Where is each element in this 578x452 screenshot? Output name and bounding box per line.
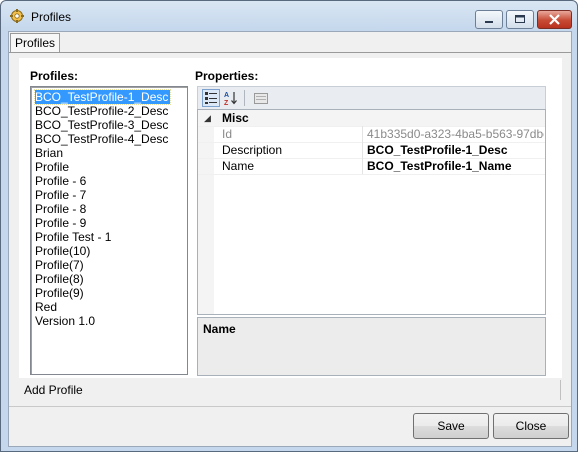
list-item[interactable]: Profile - 8 (35, 202, 88, 216)
list-item[interactable]: Profile - 7 (35, 188, 88, 202)
category-row[interactable]: ◢ Misc (198, 110, 545, 127)
property-description-pane: Name (197, 317, 546, 376)
list-item[interactable]: Red (35, 300, 59, 314)
list-item[interactable]: BCO_TestProfile-4_Desc (35, 132, 170, 146)
title-bar[interactable]: Profiles (1, 1, 577, 31)
list-item[interactable]: BCO_TestProfile-1_Desc (33, 89, 172, 105)
app-gear-icon (10, 9, 24, 23)
add-profile-link[interactable]: Add Profile (24, 383, 83, 397)
list-item[interactable]: Version 1.0 (35, 314, 97, 328)
column-splitter[interactable] (362, 142, 363, 158)
property-row-name[interactable]: Name BCO_TestProfile-1_Name (198, 158, 545, 175)
property-name: Description (222, 143, 283, 157)
dialog-client: Profiles Profiles: Properties: BCO_TestP… (8, 31, 572, 447)
list-item[interactable]: Profile - 6 (35, 174, 88, 188)
property-grid[interactable]: ◢ Misc Id 41b335d0-a323-4ba5-b563-97dbc8… (197, 109, 546, 315)
description-title: Name (203, 322, 236, 336)
column-splitter[interactable] (362, 158, 363, 174)
close-window-button[interactable] (537, 10, 572, 29)
property-pages-icon[interactable] (252, 89, 270, 107)
property-toolbar: A Z (197, 86, 546, 109)
property-row-description[interactable]: Description BCO_TestProfile-1_Desc (198, 142, 545, 159)
minimize-button[interactable] (475, 10, 503, 29)
list-item[interactable]: BCO_TestProfile-2_Desc (35, 104, 170, 118)
window-title: Profiles (31, 10, 72, 24)
categorized-view-icon[interactable] (202, 89, 220, 107)
list-item[interactable]: BCO_TestProfile-3_Desc (35, 118, 170, 132)
list-item[interactable]: Profile(7) (35, 258, 86, 272)
properties-label: Properties: (195, 69, 259, 83)
category-name: Misc (222, 111, 249, 125)
column-splitter[interactable] (362, 126, 363, 142)
list-item[interactable]: Profile(10) (35, 244, 92, 258)
list-item[interactable]: Brian (35, 146, 65, 160)
sort-alphabetical-icon[interactable]: A Z (222, 89, 240, 107)
property-value[interactable]: BCO_TestProfile-1_Name (367, 159, 544, 173)
tab-divider (9, 52, 571, 53)
property-name: Name (222, 159, 255, 173)
maximize-icon (515, 15, 525, 23)
list-item[interactable]: Profile(9) (35, 286, 86, 300)
add-profile-bar: Add Profile (19, 378, 562, 402)
list-item[interactable]: Profile (35, 160, 71, 174)
property-row-id[interactable]: Id 41b335d0-a323-4ba5-b563-97dbc81c (198, 126, 545, 143)
footer-divider (9, 406, 571, 407)
toolbar-separator (244, 90, 245, 106)
save-button[interactable]: Save (413, 413, 489, 439)
list-item[interactable]: Profile Test - 1 (35, 230, 113, 244)
list-item[interactable]: Profile - 9 (35, 216, 88, 230)
minimize-icon (485, 21, 493, 23)
collapse-triangle-icon[interactable]: ◢ (204, 113, 211, 124)
maximize-button[interactable] (506, 10, 534, 29)
profiles-window: Profiles Profiles Profiles: Properties: … (0, 0, 578, 452)
profiles-list[interactable]: BCO_TestProfile-1_Desc BCO_TestProfile-2… (30, 86, 188, 375)
close-button[interactable]: Close (493, 413, 569, 439)
svg-text:Z: Z (224, 100, 229, 107)
property-name: Id (222, 127, 233, 141)
svg-text:A: A (224, 92, 229, 99)
close-icon (549, 14, 560, 25)
bar-divider (560, 380, 561, 400)
property-value[interactable]: BCO_TestProfile-1_Desc (367, 143, 544, 157)
tab-profiles[interactable]: Profiles (10, 33, 60, 52)
property-value: 41b335d0-a323-4ba5-b563-97dbc81c (367, 127, 544, 141)
profiles-label: Profiles: (30, 69, 79, 83)
list-item[interactable]: Profile(8) (35, 272, 86, 286)
